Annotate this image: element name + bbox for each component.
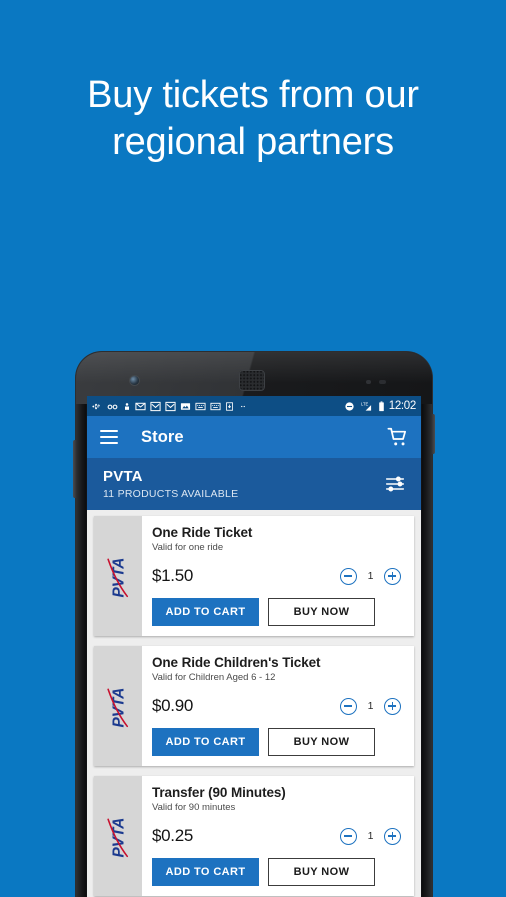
increment-quantity-button[interactable] <box>384 697 401 715</box>
buy-now-button[interactable]: BUY NOW <box>268 858 375 886</box>
power-button[interactable] <box>431 414 435 454</box>
decrement-quantity-button[interactable] <box>340 827 357 845</box>
volume-button[interactable] <box>73 440 77 498</box>
quantity-stepper: 1 <box>340 827 403 845</box>
promo-headline-line1: Buy tickets from our <box>87 74 419 116</box>
product-title: Transfer (90 Minutes) <box>152 785 286 800</box>
battery-icon <box>378 400 384 411</box>
product-price: $1.50 <box>152 566 194 585</box>
page-title: Store <box>141 427 184 446</box>
product-subtitle: Valid for 90 minutes <box>152 802 236 813</box>
status-bar-clock: 12:02 <box>388 400 417 412</box>
keyboard-icon <box>210 402 221 410</box>
promo-headline-line2: regional partners <box>112 121 394 163</box>
product-card[interactable]: PVTA Transfer (90 Minutes) Valid for 90 … <box>94 776 414 896</box>
increment-quantity-button[interactable] <box>384 827 401 845</box>
quantity-stepper: 1 <box>340 567 403 585</box>
gmail-icon <box>165 401 176 411</box>
product-card[interactable]: PVTA One Ride Children's Ticket Valid fo… <box>94 646 414 766</box>
quantity-stepper: 1 <box>340 697 403 715</box>
light-sensor-icon <box>379 380 386 384</box>
svg-text:LTE: LTE <box>361 401 368 406</box>
provider-text-block: PVTA 11 PRODUCTS AVAILABLE <box>103 468 384 500</box>
decrement-quantity-button[interactable] <box>340 567 357 585</box>
gmail-icon <box>135 402 146 410</box>
lte-signal-icon: LTE <box>361 401 371 411</box>
add-to-cart-button[interactable]: ADD TO CART <box>152 728 259 756</box>
gmail-icon <box>150 401 161 411</box>
pvta-logo-icon: PVTA <box>107 818 129 858</box>
phone-mockup: LTE 12:02 Store PVTA 11 PRODUCTS AVAILAB… <box>73 352 435 897</box>
product-thumbnail: PVTA <box>94 776 142 896</box>
shopping-cart-icon[interactable] <box>387 426 409 448</box>
svg-text:PVTA: PVTA <box>111 688 128 728</box>
product-card[interactable]: PVTA One Ride Ticket Valid for one ride … <box>94 516 414 636</box>
product-price-row: $1.50 1 <box>152 566 403 586</box>
pvta-logo-icon: PVTA <box>107 688 129 728</box>
hamburger-icon[interactable] <box>100 430 118 444</box>
download-icon <box>226 401 233 411</box>
product-thumbnail: PVTA <box>94 516 142 636</box>
product-subtitle: Valid for Children Aged 6 - 12 <box>152 672 276 683</box>
keyboard-icon <box>195 402 206 410</box>
buy-now-button[interactable]: BUY NOW <box>268 728 375 756</box>
provider-header: PVTA 11 PRODUCTS AVAILABLE <box>87 458 421 510</box>
promo-headline: Buy tickets from our regional partners <box>0 72 506 166</box>
front-camera-icon <box>130 376 139 385</box>
svg-text:PVTA: PVTA <box>111 558 128 598</box>
voicemail-icon <box>107 404 118 409</box>
do-not-disturb-icon <box>345 401 354 411</box>
product-action-row: ADD TO CART BUY NOW <box>152 858 403 886</box>
earpiece-speaker-icon <box>239 370 265 391</box>
increment-quantity-button[interactable] <box>384 567 401 585</box>
product-details: Transfer (90 Minutes) Valid for 90 minut… <box>142 776 414 896</box>
status-bar-notification-icons <box>91 401 344 412</box>
filter-sliders-icon[interactable] <box>384 474 406 494</box>
product-price: $0.90 <box>152 696 194 715</box>
add-to-cart-button[interactable]: ADD TO CART <box>152 858 259 886</box>
quantity-value: 1 <box>367 830 374 842</box>
product-details: One Ride Children's Ticket Valid for Chi… <box>142 646 414 766</box>
product-list: PVTA One Ride Ticket Valid for one ride … <box>87 510 421 896</box>
product-subtitle: Valid for one ride <box>152 542 224 553</box>
product-details: One Ride Ticket Valid for one ride $1.50… <box>142 516 414 636</box>
product-action-row: ADD TO CART BUY NOW <box>152 598 403 626</box>
photo-icon <box>180 402 191 410</box>
pvta-logo-icon: PVTA <box>107 558 129 598</box>
contact-icon <box>125 402 129 410</box>
product-title: One Ride Children's Ticket <box>152 655 321 670</box>
phone-right-edge <box>422 396 432 897</box>
status-bar-system-icons: LTE 12:02 <box>344 400 416 412</box>
quantity-value: 1 <box>367 700 374 712</box>
product-price-row: $0.90 1 <box>152 696 403 716</box>
decrement-quantity-button[interactable] <box>340 697 357 715</box>
provider-product-count: 11 PRODUCTS AVAILABLE <box>103 488 239 500</box>
status-bar: LTE 12:02 <box>87 396 421 416</box>
quantity-value: 1 <box>367 570 374 582</box>
buy-now-button[interactable]: BUY NOW <box>268 598 375 626</box>
phone-screen: LTE 12:02 Store PVTA 11 PRODUCTS AVAILAB… <box>87 396 421 897</box>
product-title: One Ride Ticket <box>152 525 253 540</box>
svg-text:PVTA: PVTA <box>111 818 128 858</box>
slack-icon <box>92 403 100 409</box>
add-to-cart-button[interactable]: ADD TO CART <box>152 598 259 626</box>
product-price: $0.25 <box>152 826 194 845</box>
product-price-row: $0.25 1 <box>152 826 403 846</box>
product-thumbnail: PVTA <box>94 646 142 766</box>
provider-name: PVTA <box>103 468 143 485</box>
product-action-row: ADD TO CART BUY NOW <box>152 728 403 756</box>
app-bar: Store <box>87 416 421 458</box>
more-icon <box>241 405 245 407</box>
proximity-sensor-icon <box>366 380 371 384</box>
phone-left-edge <box>76 396 86 897</box>
